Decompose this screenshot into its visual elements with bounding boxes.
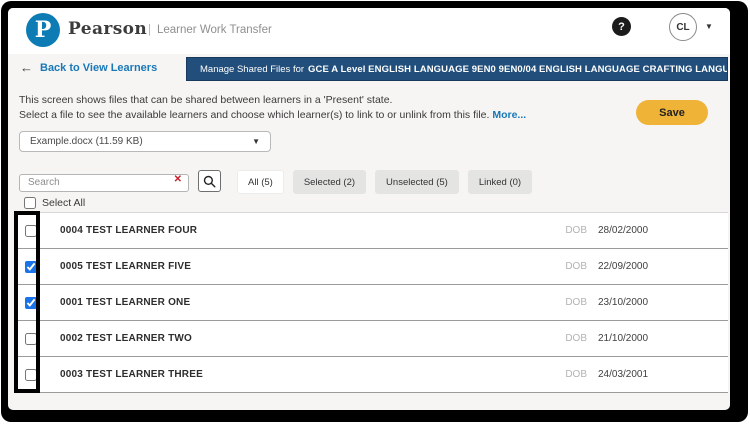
intro-line-2-text: Select a file to see the available learn… — [19, 109, 489, 121]
pearson-logo-icon: P — [26, 13, 60, 47]
help-glyph: ? — [618, 21, 625, 33]
file-select-dropdown[interactable]: Example.docx (11.59 KB) ▼ — [19, 131, 271, 152]
filter-linked[interactable]: Linked (0) — [468, 170, 532, 194]
intro-line-2: Select a file to see the available learn… — [19, 109, 526, 121]
page: P Pearson |Learner Work Transfer ? CL ▼ … — [8, 8, 730, 410]
learner-name: 0004 TEST LEARNER FOUR — [60, 225, 197, 236]
search-icon — [203, 175, 216, 188]
dob-value: 22/09/2000 — [598, 261, 654, 272]
learner-name: 0005 TEST LEARNER FIVE — [60, 261, 191, 272]
dob-value: 24/03/2001 — [598, 369, 654, 380]
row-checkbox[interactable] — [25, 369, 37, 381]
search-button[interactable] — [198, 170, 221, 192]
brand-wordmark: Pearson — [68, 19, 147, 39]
dob-label: DOB — [565, 369, 587, 380]
filter-selected[interactable]: Selected (2) — [293, 170, 366, 194]
title-separator: | — [148, 24, 151, 36]
help-icon[interactable]: ? — [612, 17, 631, 36]
dob-value: 28/02/2000 — [598, 225, 654, 236]
back-link-label: Back to View Learners — [40, 62, 157, 74]
intro-line-1: This screen shows files that can be shar… — [19, 94, 392, 106]
learner-name: 0003 TEST LEARNER THREE — [60, 369, 203, 380]
save-button[interactable]: Save — [636, 100, 708, 125]
filter-all[interactable]: All (5) — [237, 170, 284, 194]
dob-label: DOB — [565, 225, 587, 236]
app-title: | Learner Work Transfer — [148, 24, 272, 36]
table-row[interactable]: 0001 TEST LEARNER ONE DOB 23/10/2000 — [14, 285, 728, 321]
row-checkbox[interactable] — [25, 333, 37, 345]
dropdown-caret-icon: ▼ — [252, 137, 260, 146]
table-row[interactable]: 0002 TEST LEARNER TWO DOB 21/10/2000 — [14, 321, 728, 357]
screenshot-frame: P Pearson |Learner Work Transfer ? CL ▼ … — [1, 1, 748, 422]
learner-table: 0004 TEST LEARNER FOUR DOB 28/02/2000 00… — [14, 212, 728, 393]
manage-shared-files-banner: Manage Shared Files for GCE A Level ENGL… — [186, 57, 728, 81]
avatar[interactable]: CL — [669, 13, 697, 41]
select-all-row: Select All — [24, 197, 85, 209]
back-to-view-learners-link[interactable]: ← Back to View Learners — [20, 61, 157, 74]
row-checkbox[interactable] — [25, 297, 37, 309]
banner-subject: GCE A Level ENGLISH LANGUAGE 9EN0 9EN0/0… — [308, 64, 728, 75]
dob-label: DOB — [565, 333, 587, 344]
row-checkbox[interactable] — [25, 261, 37, 273]
avatar-initials: CL — [676, 22, 689, 33]
back-arrow-icon: ← — [20, 61, 33, 74]
learner-name: 0001 TEST LEARNER ONE — [60, 297, 190, 308]
clear-search-icon[interactable]: ✕ — [174, 175, 182, 185]
filter-chips: All (5) Selected (2) Unselected (5) Link… — [237, 170, 532, 194]
app-header: P Pearson | Learner Work Transfer ? CL ▼ — [8, 8, 730, 54]
logo-letter: P — [35, 19, 52, 41]
table-row[interactable]: 0003 TEST LEARNER THREE DOB 24/03/2001 — [14, 357, 728, 393]
more-link[interactable]: More... — [492, 109, 526, 121]
table-row[interactable]: 0005 TEST LEARNER FIVE DOB 22/09/2000 — [14, 249, 728, 285]
dob-value: 23/10/2000 — [598, 297, 654, 308]
chevron-down-icon[interactable]: ▼ — [705, 22, 713, 31]
selected-file-label: Example.docx (11.59 KB) — [30, 136, 252, 147]
select-all-checkbox[interactable] — [24, 197, 36, 209]
table-row[interactable]: 0004 TEST LEARNER FOUR DOB 28/02/2000 — [14, 213, 728, 249]
dob-value: 21/10/2000 — [598, 333, 654, 344]
row-checkbox[interactable] — [25, 225, 37, 237]
learner-name: 0002 TEST LEARNER TWO — [60, 333, 192, 344]
dob-label: DOB — [565, 297, 587, 308]
dob-label: DOB — [565, 261, 587, 272]
search-field-wrap: ✕ — [19, 172, 189, 190]
search-input[interactable] — [19, 174, 189, 192]
banner-prefix: Manage Shared Files for — [200, 64, 304, 75]
select-all-label: Select All — [42, 197, 85, 209]
filter-unselected[interactable]: Unselected (5) — [375, 170, 459, 194]
app-title-text: Learner Work Transfer — [157, 24, 272, 36]
